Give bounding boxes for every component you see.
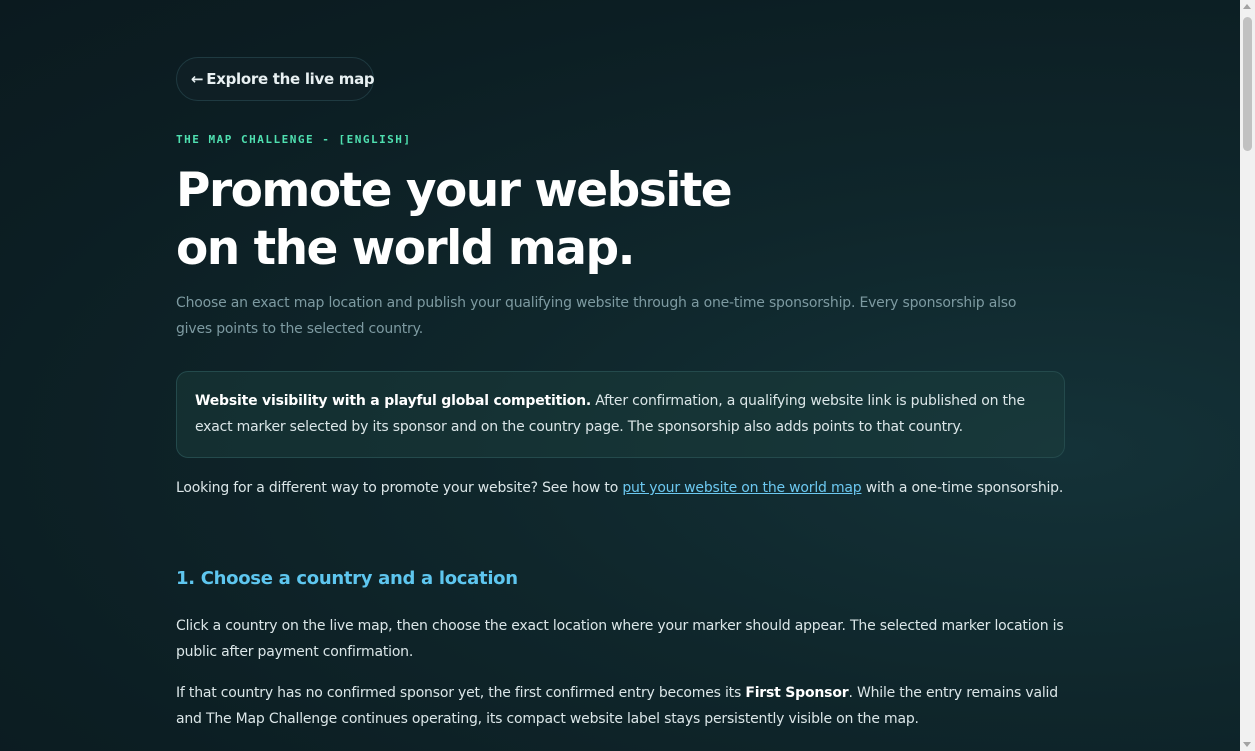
alt-promo-text-after: with a one-time sponsorship. [861,480,1064,496]
first-sponsor-strong: First Sponsor [745,685,849,701]
scroll-up-arrow-icon[interactable] [1243,4,1251,9]
first-sponsor-text-before: If that country has no confirmed sponsor… [176,685,746,701]
explore-live-map-button[interactable]: ← Explore the live map [176,57,375,101]
alt-promo-paragraph: Looking for a different way to promote y… [176,475,1066,501]
scroll-down-arrow-icon[interactable] [1243,742,1251,747]
page-title-line-1: Promote your website [176,163,733,218]
visibility-callout: Website visibility with a playful global… [176,371,1065,458]
scrollbar-thumb[interactable] [1243,17,1252,151]
choose-location-paragraph: Click a country on the live map, then ch… [176,618,1064,660]
callout-strong-text: Website visibility with a playful global… [195,393,591,409]
first-sponsor-paragraph: If that country has no confirmed sponsor… [176,680,1066,732]
explore-live-map-label: Explore the live map [206,70,375,88]
world-map-link[interactable]: put your website on the world map [622,480,861,496]
page-title-line-2: on the world map. [176,221,635,276]
eyebrow-label: THE MAP CHALLENGE - [ENGLISH] [176,133,412,146]
vertical-scrollbar[interactable] [1240,0,1255,751]
section-heading-choose-country: 1. Choose a country and a location [176,568,518,589]
lead-paragraph: Choose an exact map location and publish… [176,295,1017,337]
alt-promo-text-before: Looking for a different way to promote y… [176,480,623,496]
arrow-left-icon: ← [191,70,204,88]
page-title: Promote your website on the world map. [176,162,733,278]
